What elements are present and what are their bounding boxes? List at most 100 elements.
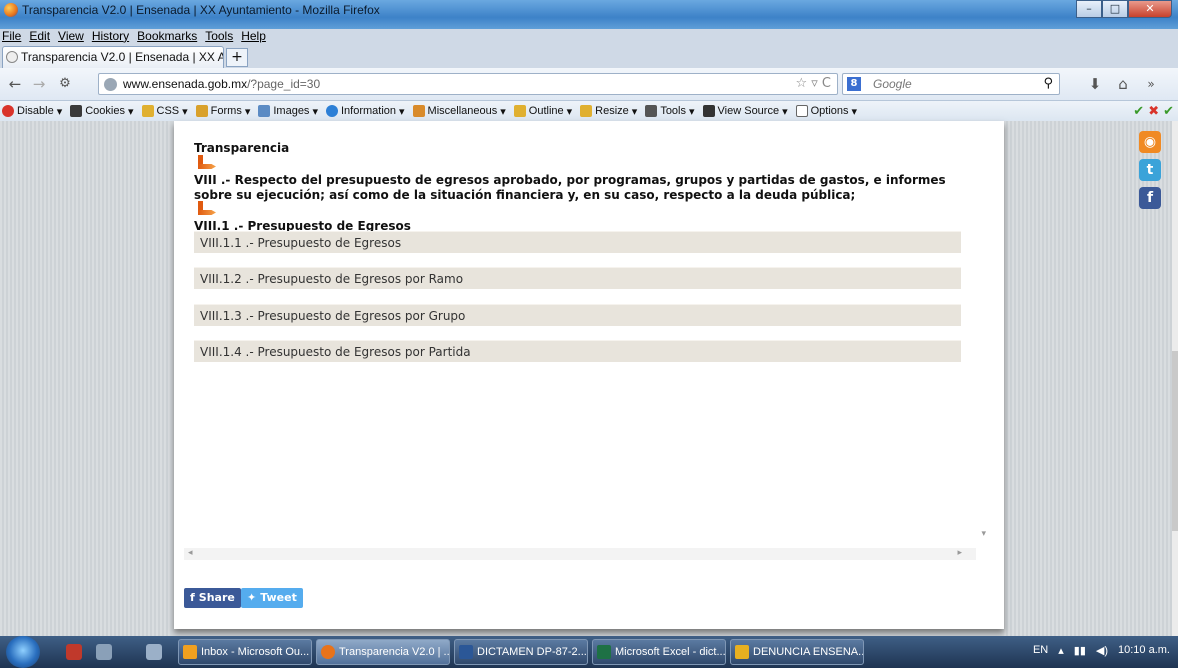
link-presupuesto-egresos[interactable]: VIII.1.1 .- Presupuesto de Egresos (194, 231, 961, 253)
tools-icon (645, 105, 658, 117)
start-button[interactable] (6, 636, 40, 668)
dev-tools-menu[interactable]: Tools ▾ (645, 105, 695, 118)
tab-label: Transparencia V2.0 | Ensenada | XX Ayun.… (21, 50, 223, 64)
language-indicator[interactable]: EN (1033, 644, 1048, 657)
error-icon[interactable]: ✖ (1148, 103, 1159, 119)
url-bar[interactable]: www.ensenada.gob.mx/?page_id=30 ☆ ▿ C (98, 73, 838, 95)
link-presupuesto-grupo[interactable]: VIII.1.3 .- Presupuesto de Egresos por G… (194, 304, 961, 326)
vertical-scrollbar[interactable] (1172, 121, 1178, 636)
taskbar-word[interactable]: DICTAMEN DP-87-2... (454, 639, 588, 665)
link-presupuesto-ramo[interactable]: VIII.1.2 .- Presupuesto de Egresos por R… (194, 267, 961, 289)
close-button[interactable]: ✕ (1128, 0, 1172, 18)
content-panel: Transparencia VIII .- Respecto del presu… (174, 121, 1004, 629)
information-icon (325, 105, 338, 117)
explorer-quicklaunch-icon[interactable] (146, 644, 162, 660)
facebook-icon: f (190, 591, 195, 604)
taskbar-outlook[interactable]: Inbox - Microsoft Ou... (178, 639, 312, 665)
dev-forms-menu[interactable]: Forms ▾ (195, 105, 250, 118)
dev-outline-menu[interactable]: Outline ▾ (513, 105, 572, 118)
page-favicon-icon (6, 51, 18, 63)
images-icon (258, 105, 271, 117)
clock[interactable]: 10:10 a.m. (1118, 644, 1170, 657)
search-icon[interactable]: ⚲ (1043, 76, 1053, 91)
identity-icon[interactable]: ⚙ (56, 75, 74, 93)
taskbar-firefox[interactable]: Transparencia V2.0 | ... (316, 639, 450, 665)
dev-images-menu[interactable]: Images ▾ (258, 105, 318, 118)
back-arrow-icon[interactable]: ← (6, 75, 24, 93)
url-controls[interactable]: ☆ ▿ C (795, 76, 831, 91)
link-presupuesto-partida[interactable]: VIII.1.4 .- Presupuesto de Egresos por P… (194, 340, 961, 362)
tab-strip: Transparencia V2.0 | Ensenada | XX Ayun.… (0, 45, 1178, 68)
page-heading: Transparencia (194, 141, 290, 155)
menu-history[interactable]: History (92, 29, 129, 44)
left-background-pattern (0, 121, 170, 636)
dev-view-source-menu[interactable]: View Source ▾ (702, 105, 788, 118)
window-controls: – □ ✕ (1076, 0, 1172, 18)
search-bar[interactable]: 8 Google ⚲ (842, 73, 1060, 95)
facebook-share-button[interactable]: f Share (184, 588, 241, 608)
view-source-icon (702, 105, 715, 117)
download-icon[interactable]: ⬇ (1086, 75, 1104, 93)
url-text[interactable]: www.ensenada.gob.mx/?page_id=30 (123, 77, 320, 91)
dev-information-menu[interactable]: Information ▾ (325, 105, 405, 118)
menu-tools[interactable]: Tools (205, 29, 233, 44)
tab-transparencia[interactable]: Transparencia V2.0 | Ensenada | XX Ayun.… (2, 46, 224, 68)
home-icon[interactable]: ⌂ (1114, 75, 1132, 93)
dev-cookies-menu[interactable]: Cookies ▾ (70, 105, 134, 118)
menu-bookmarks[interactable]: Bookmarks (137, 29, 197, 44)
word-icon (459, 645, 473, 659)
twitter-icon[interactable]: t (1139, 159, 1161, 181)
menu-view[interactable]: View (58, 29, 84, 44)
dev-css-menu[interactable]: CSS ▾ (141, 105, 188, 118)
maximize-button[interactable]: □ (1102, 0, 1128, 18)
disable-icon (2, 105, 14, 117)
media-quicklaunch-icon[interactable] (96, 644, 112, 660)
forward-arrow-icon[interactable]: → (30, 75, 48, 93)
dev-miscellaneous-menu[interactable]: Miscellaneous ▾ (412, 105, 506, 118)
scroll-right-icon[interactable]: ▸ (957, 548, 962, 558)
scrollbar-thumb[interactable] (1172, 351, 1178, 531)
folder-icon (735, 645, 749, 659)
menu-bar: File Edit View History Bookmarks Tools H… (0, 29, 266, 44)
search-placeholder: Google (873, 77, 912, 91)
tray-expand-icon[interactable]: ▴ (1058, 644, 1064, 657)
cookies-icon (70, 105, 83, 117)
search-engine-icon[interactable]: 8 (847, 77, 861, 91)
valid-check-icon-2[interactable]: ✔ (1163, 103, 1174, 119)
forms-icon (195, 105, 208, 117)
excel-icon (597, 645, 611, 659)
network-icon[interactable]: ▮▮ (1074, 644, 1086, 657)
tweet-label: Tweet (260, 591, 297, 604)
bullet-arrow-icon (196, 155, 220, 171)
menu-help[interactable]: Help (241, 29, 266, 44)
dev-options-menu[interactable]: Options ▾ (795, 105, 857, 118)
window-title: Transparencia V2.0 | Ensenada | XX Ayunt… (22, 3, 380, 17)
valid-check-icon[interactable]: ✔ (1133, 103, 1144, 119)
taskbar-folder[interactable]: DENUNCIA ENSENA... (730, 639, 864, 665)
new-tab-button[interactable]: + (226, 48, 248, 67)
overflow-menu-icon[interactable]: » (1142, 75, 1160, 93)
options-icon (795, 105, 808, 117)
site-identity-icon[interactable] (104, 78, 117, 91)
office-quicklaunch-icon[interactable] (66, 644, 82, 660)
menu-edit[interactable]: Edit (29, 29, 50, 44)
tweet-button[interactable]: ✦ Tweet (241, 588, 303, 608)
minimize-button[interactable]: – (1076, 0, 1102, 18)
resize-icon (580, 105, 593, 117)
horizontal-scrollbar[interactable]: ◂ ▸ (184, 548, 976, 560)
section-title: VIII .- Respecto del presupuesto de egre… (194, 173, 946, 202)
window-title-bar: Transparencia V2.0 | Ensenada | XX Ayunt… (0, 0, 1178, 29)
scroll-left-icon[interactable]: ◂ (188, 548, 193, 558)
dev-status-icons: ✔ ✖ ✔ (1133, 103, 1174, 119)
navigation-bar: ← → ⚙ www.ensenada.gob.mx/?page_id=30 ☆ … (0, 68, 1178, 101)
content-frame: Transparencia VIII .- Respecto del presu… (176, 121, 986, 560)
menu-file[interactable]: File (2, 29, 21, 44)
scroll-down-icon[interactable]: ▾ (981, 529, 986, 539)
facebook-icon[interactable]: f (1139, 187, 1161, 209)
volume-icon[interactable]: ◀) (1096, 644, 1108, 657)
dev-disable-menu[interactable]: Disable ▾ (2, 105, 62, 118)
taskbar-excel[interactable]: Microsoft Excel - dict... (592, 639, 726, 665)
outlook-icon (183, 645, 197, 659)
dev-resize-menu[interactable]: Resize ▾ (580, 105, 637, 118)
rss-icon[interactable]: ◉ (1139, 131, 1161, 153)
